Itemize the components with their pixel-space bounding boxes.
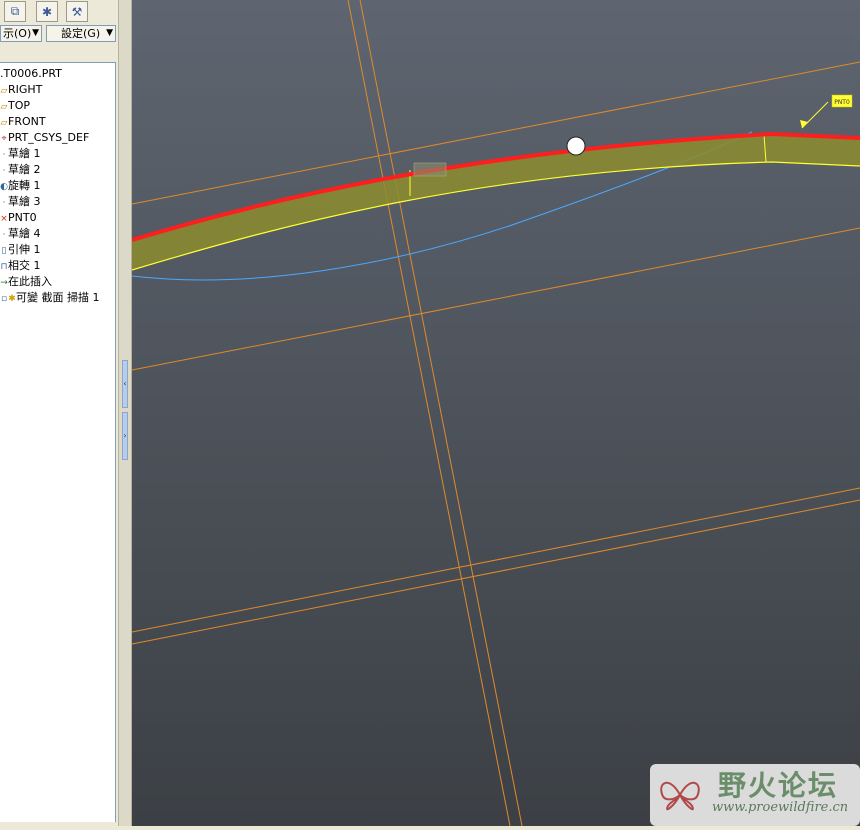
tree-item-part[interactable]: .T0006.PRT	[0, 66, 62, 82]
chevron-left-icon: ‹	[123, 379, 127, 388]
tree-item-label: 草繪 2	[8, 163, 41, 176]
copy-layers-icon: ⧉	[10, 4, 20, 18]
star-feature-icon: ✱	[41, 4, 53, 19]
status-strip	[0, 826, 860, 830]
feature-button[interactable]: ✱	[36, 1, 58, 22]
tree-dropdowns: 示(O) ▼ 設定(G) ▼	[0, 25, 120, 43]
sketch-icon: ·	[2, 230, 6, 240]
watermark: 野火论坛 www.proewildfire.cn	[650, 764, 860, 826]
model-canvas[interactable]: PNT0	[132, 0, 860, 826]
tree-item-label: 相交 1	[8, 259, 41, 272]
tree-item-label: RIGHT	[8, 83, 43, 96]
surface-icon: ▫	[0, 294, 8, 304]
tree-item-label: FRONT	[8, 115, 46, 128]
tree-item-label: 草繪 3	[8, 195, 41, 208]
tree-item-label: 可變 截面 掃描 1	[16, 291, 100, 304]
tree-item-label: 旋轉 1	[8, 179, 41, 192]
tree-item-label: 引伸 1	[8, 243, 41, 256]
chevron-down-icon: ▼	[32, 28, 39, 38]
viewport-background	[132, 0, 860, 826]
sketch-icon: ·	[2, 166, 6, 176]
tree-item-insert-here[interactable]: →在此插入	[0, 274, 52, 290]
settings-tool-icon: ⚒	[71, 4, 83, 19]
settings-dropdown-label: 設定(G)	[61, 27, 101, 40]
copy-layers-button[interactable]: ⧉	[4, 1, 26, 22]
tree-item-label: TOP	[8, 99, 31, 112]
tree-item-pnt0[interactable]: ×PNT0	[0, 210, 37, 226]
tree-item-label: PRT_CSYS_DEF	[8, 131, 90, 144]
panel-splitter[interactable]: ‹ ›	[118, 0, 132, 830]
settings-tool-button[interactable]: ⚒	[66, 1, 88, 22]
datum-plane-icon: ▱	[0, 86, 8, 96]
watermark-url: www.proewildfire.cn	[712, 800, 849, 815]
star-feature-icon: ✱	[8, 294, 16, 304]
butterfly-logo-icon	[660, 781, 700, 811]
model-tree: .T0006.PRT ▱RIGHT ▱TOP ▱FRONT ⌖PRT_CSYS_…	[0, 62, 116, 822]
tree-item-label: .T0006.PRT	[0, 67, 62, 80]
collapse-left-handle[interactable]: ‹	[122, 360, 128, 408]
intersect-icon: ⊓	[0, 262, 8, 272]
tree-item-label: PNT0	[8, 211, 37, 224]
tree-item-top[interactable]: ▱TOP	[0, 98, 30, 114]
expand-right-handle[interactable]: ›	[122, 412, 128, 460]
tree-item-label: 在此插入	[8, 275, 52, 288]
tree-item-sketch-2[interactable]: · 草繪 2	[0, 162, 41, 178]
insert-here-icon: →	[0, 278, 8, 288]
tree-item-var-sweep-1[interactable]: ▫✱可變 截面 掃描 1	[0, 290, 100, 306]
csys-icon: ⌖	[1, 134, 7, 144]
tree-item-sketch-3[interactable]: · 草繪 3	[0, 194, 41, 210]
datum-plane-icon: ▱	[0, 118, 8, 128]
show-dropdown[interactable]: 示(O) ▼	[0, 25, 42, 42]
tree-item-extrude-1[interactable]: ▯ 引伸 1	[0, 242, 41, 258]
tree-item-sketch-4[interactable]: · 草繪 4	[0, 226, 41, 242]
tree-item-revolve-1[interactable]: ◐旋轉 1	[0, 178, 41, 194]
settings-dropdown[interactable]: 設定(G) ▼	[46, 25, 116, 42]
datum-plane-icon: ▱	[0, 102, 8, 112]
tree-item-sketch-1[interactable]: · 草繪 1	[0, 146, 41, 162]
datum-point-icon: ×	[0, 214, 8, 224]
point-tag-label: PNT0	[834, 99, 850, 106]
tree-item-intersect-1[interactable]: ⊓相交 1	[0, 258, 41, 274]
show-dropdown-label: 示(O)	[3, 27, 32, 40]
tree-item-front[interactable]: ▱FRONT	[0, 114, 46, 130]
start-point-handle[interactable]	[566, 136, 586, 156]
tree-item-right[interactable]: ▱RIGHT	[0, 82, 43, 98]
model-tree-toolbar: ⧉ ✱ ⚒	[0, 0, 120, 24]
graphics-viewport[interactable]: PNT0 野火论坛 www.proewildfire.cn	[132, 0, 860, 826]
watermark-title: 野火论坛	[718, 769, 839, 802]
tree-item-label: 草繪 1	[8, 147, 41, 160]
chevron-down-icon: ▼	[106, 28, 113, 38]
chevron-right-icon: ›	[123, 431, 127, 440]
extrude-icon: ▯	[1, 246, 7, 256]
tree-item-csys[interactable]: ⌖PRT_CSYS_DEF	[0, 130, 89, 146]
section-tag	[413, 162, 447, 177]
tree-item-label: 草繪 4	[8, 227, 41, 240]
sketch-icon: ·	[2, 150, 6, 160]
revolve-icon: ◐	[0, 182, 8, 192]
left-panel: ⧉ ✱ ⚒ 示(O) ▼ 設定(G) ▼ .T0006.PRT ▱RIGHT ▱…	[0, 0, 120, 830]
sketch-icon: ·	[2, 198, 6, 208]
